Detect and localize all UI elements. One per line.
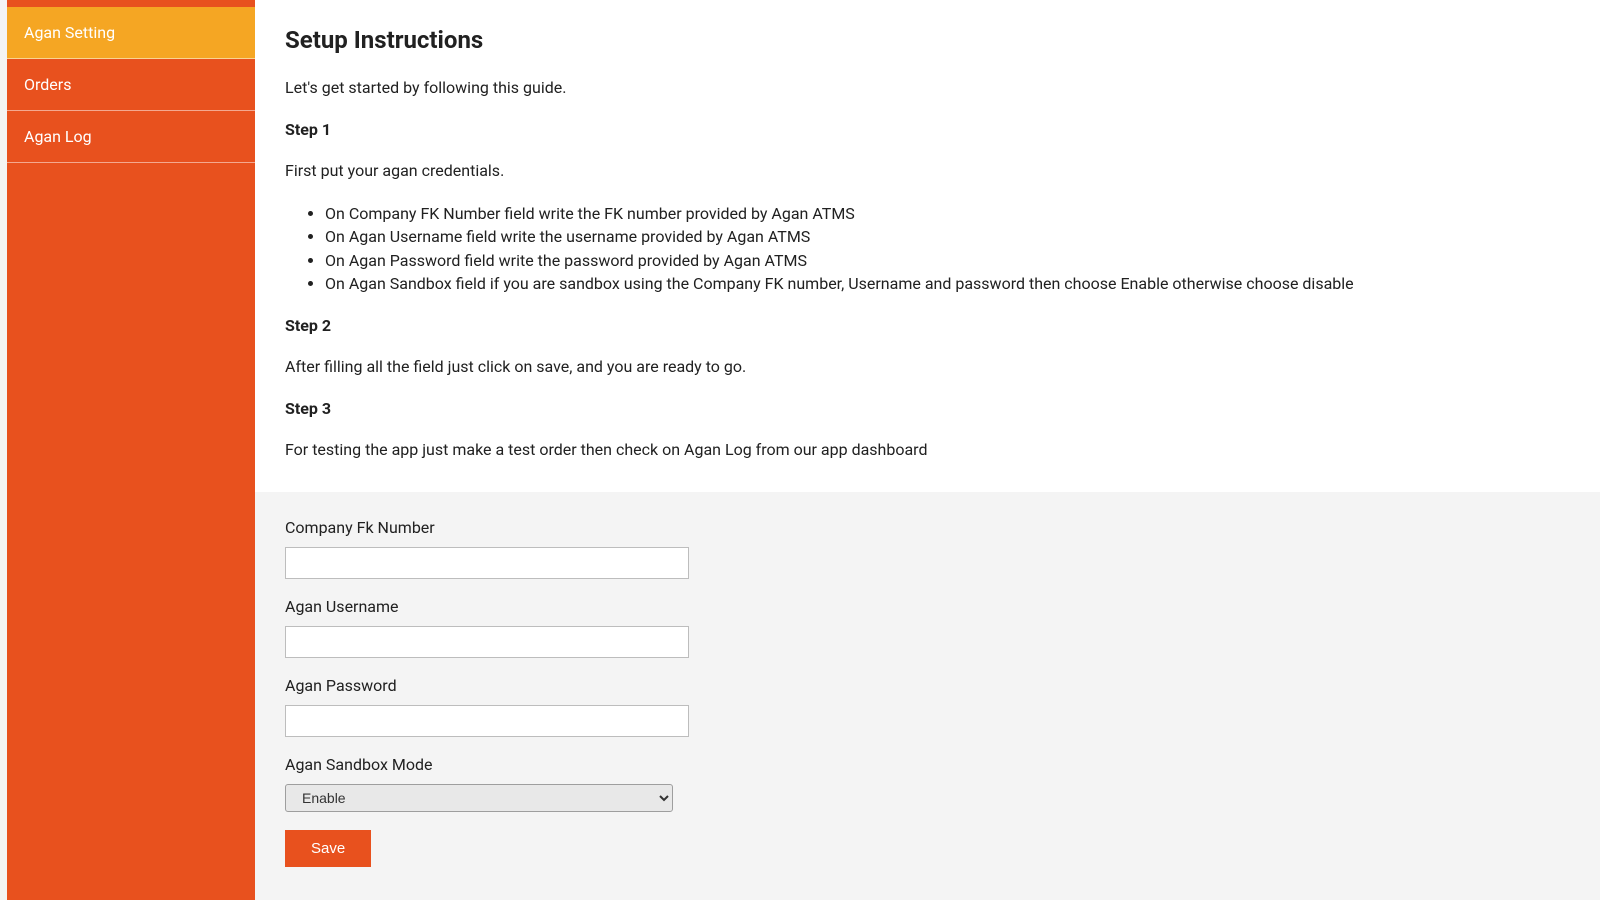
instructions-card: Setup Instructions Let's get started by …	[255, 0, 1600, 492]
agan-password-label: Agan Password	[285, 676, 1570, 695]
sandbox-select[interactable]: Enable Disable	[285, 784, 673, 812]
agan-username-input[interactable]	[285, 626, 689, 658]
save-button[interactable]: Save	[285, 830, 371, 867]
agan-username-label: Agan Username	[285, 597, 1570, 616]
main-content: Setup Instructions Let's get started by …	[255, 0, 1600, 900]
step2-heading: Step 2	[285, 316, 1570, 335]
sandbox-label: Agan Sandbox Mode	[285, 755, 1570, 774]
step3-heading: Step 3	[285, 399, 1570, 418]
step1-heading: Step 1	[285, 120, 1570, 139]
step1-text: First put your agan credentials.	[285, 159, 1570, 183]
sidebar: Agan Setting Orders Agan Log	[7, 0, 255, 900]
company-fk-label: Company Fk Number	[285, 518, 1570, 537]
step3-text: For testing the app just make a test ord…	[285, 438, 1570, 462]
step1-bullet: On Agan Username field write the usernam…	[325, 226, 1570, 248]
sidebar-item-agan-setting[interactable]: Agan Setting	[7, 7, 255, 59]
credentials-form: Company Fk Number Agan Username Agan Pas…	[255, 492, 1600, 897]
step1-bullet: On Company FK Number field write the FK …	[325, 203, 1570, 225]
sidebar-item-agan-log[interactable]: Agan Log	[7, 111, 255, 163]
step1-bullets: On Company FK Number field write the FK …	[285, 203, 1570, 296]
sidebar-item-orders[interactable]: Orders	[7, 59, 255, 111]
company-fk-input[interactable]	[285, 547, 689, 579]
step2-text: After filling all the field just click o…	[285, 355, 1570, 379]
step1-bullet: On Agan Sandbox field if you are sandbox…	[325, 273, 1570, 295]
step1-bullet: On Agan Password field write the passwor…	[325, 250, 1570, 272]
agan-password-input[interactable]	[285, 705, 689, 737]
page-title: Setup Instructions	[285, 26, 1570, 54]
instructions-intro: Let's get started by following this guid…	[285, 76, 1570, 100]
